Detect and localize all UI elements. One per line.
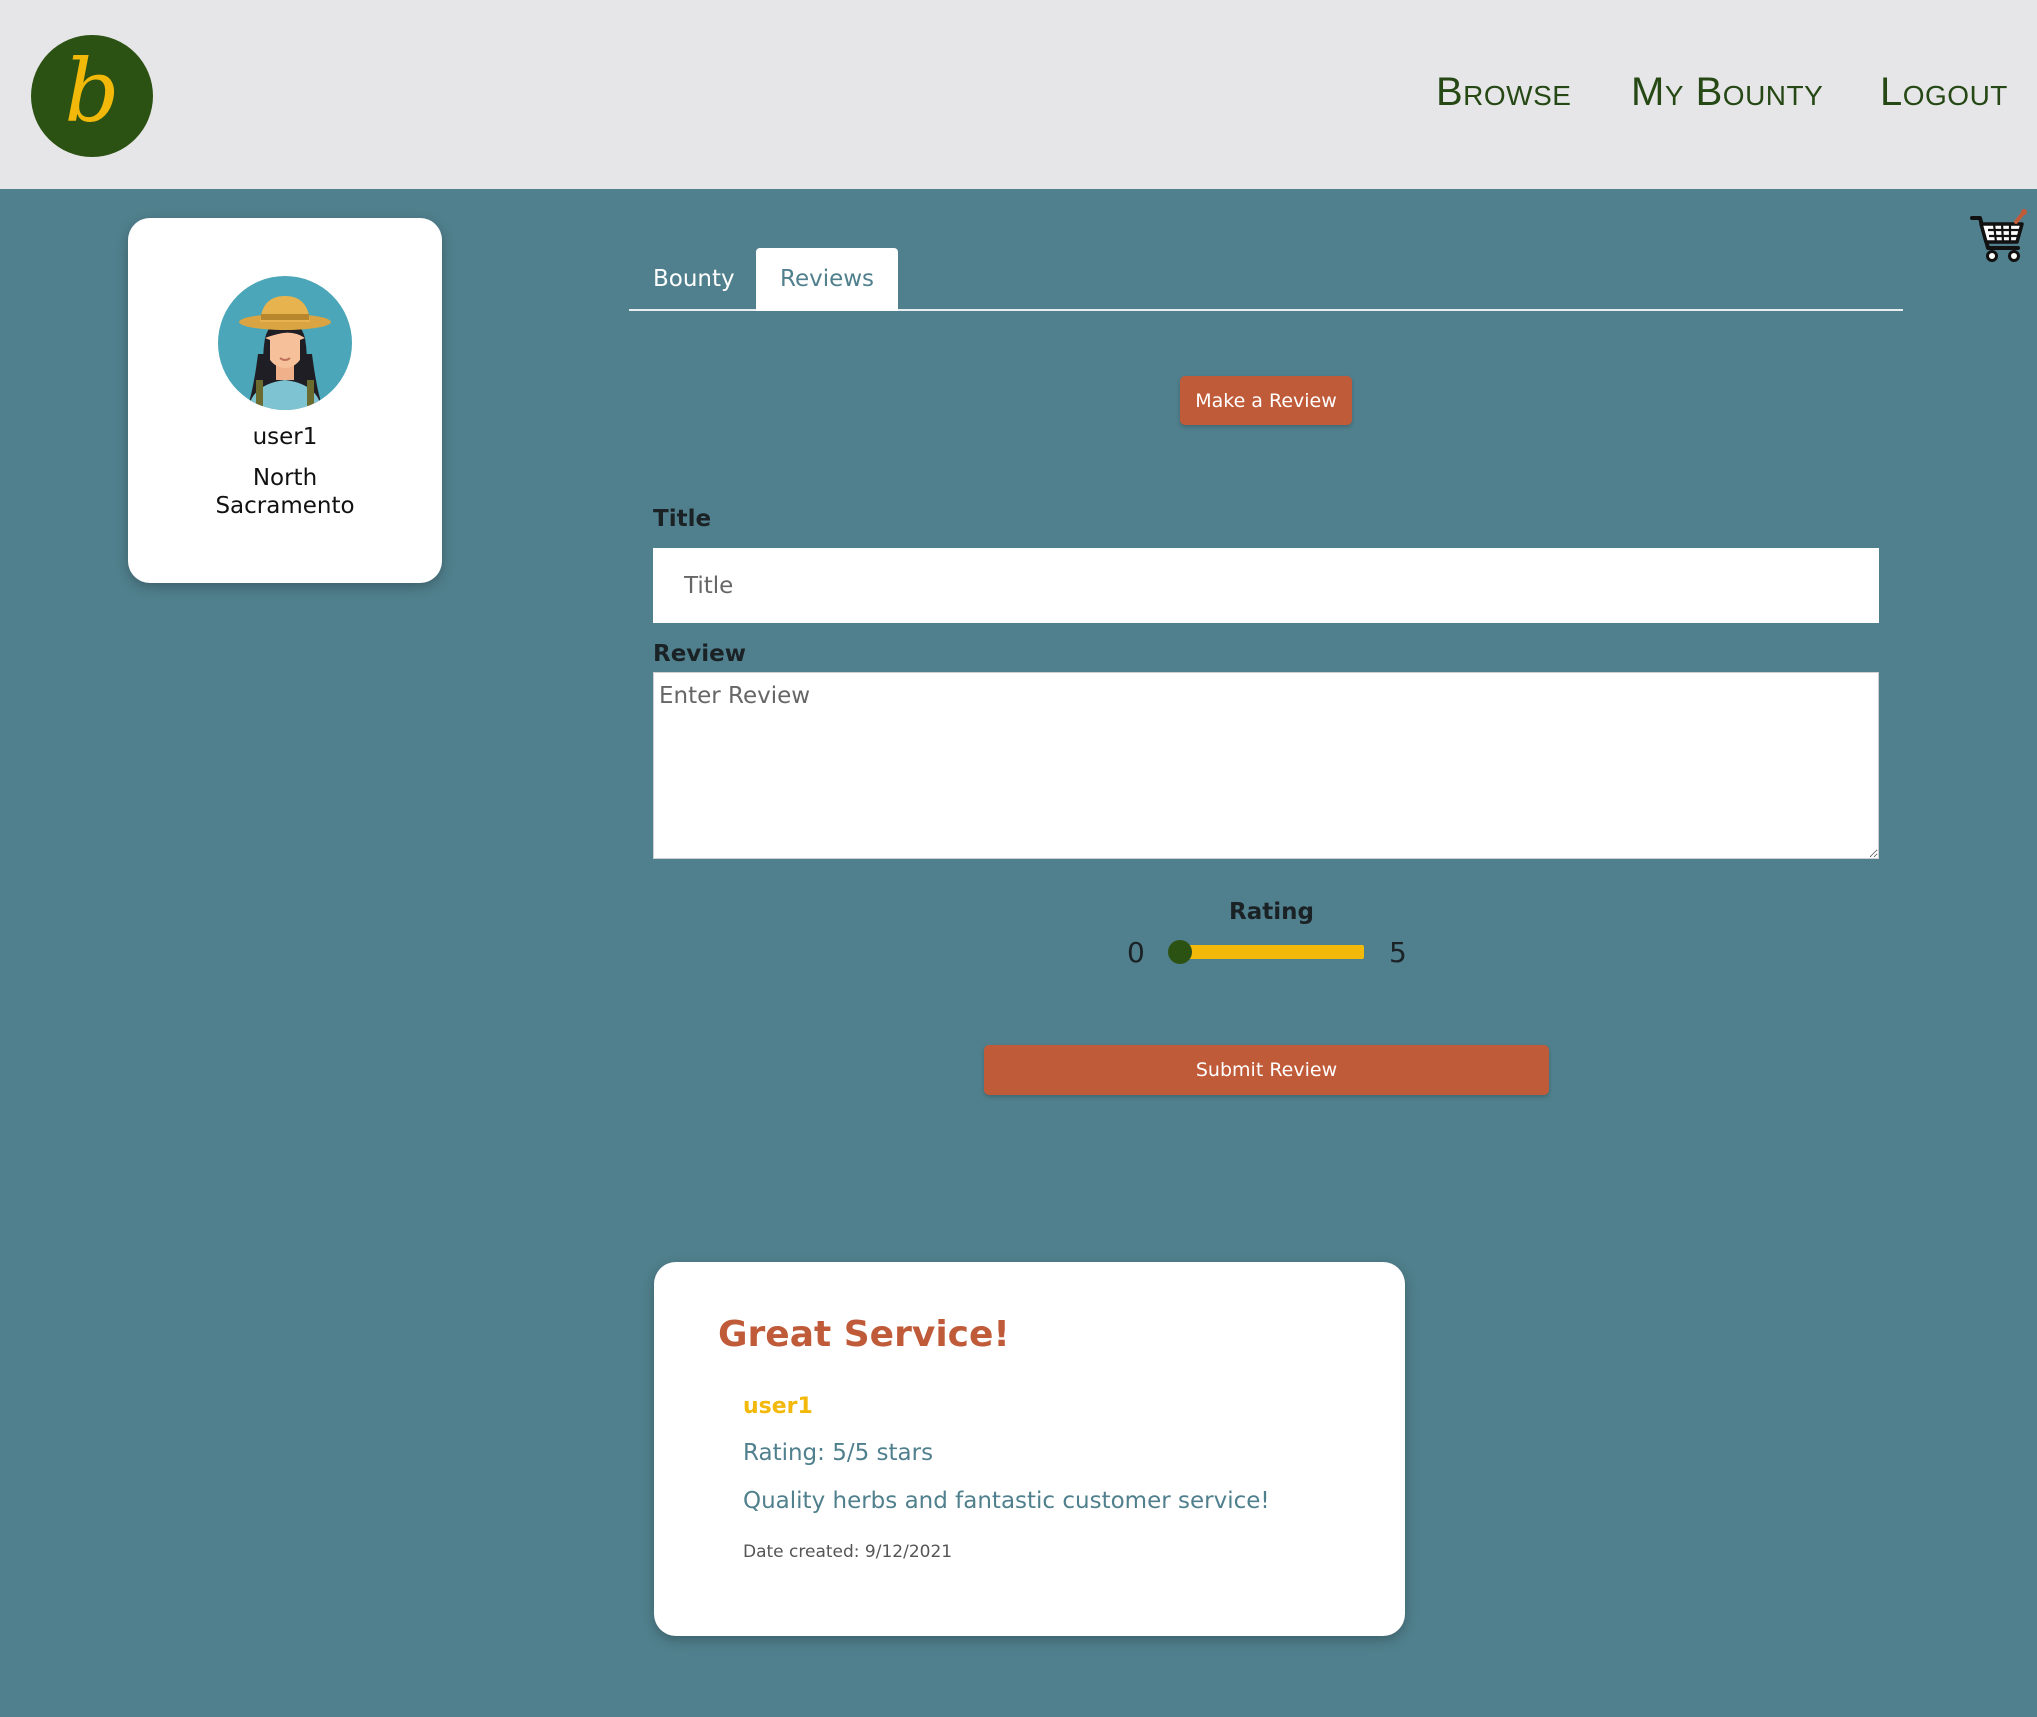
logo[interactable]: b — [31, 35, 153, 157]
shopping-cart-icon[interactable] — [1970, 208, 2028, 264]
review-body: Quality herbs and fantastic customer ser… — [743, 1488, 1270, 1514]
review-title: Great Service! — [718, 1314, 1010, 1355]
rating-slider-track[interactable] — [1180, 945, 1364, 959]
review-textarea[interactable] — [653, 672, 1879, 859]
title-label: Title — [653, 506, 712, 532]
review-author: user1 — [743, 1394, 813, 1419]
review-label: Review — [653, 641, 747, 667]
rating-min-label: 0 — [1127, 936, 1145, 969]
nav-logout-link[interactable]: Logout — [1880, 70, 2008, 115]
review-rating: Rating: 5/5 stars — [743, 1440, 934, 1466]
review-date: Date created: 9/12/2021 — [743, 1542, 953, 1562]
profile-card: user1 North Sacramento — [128, 218, 442, 583]
review-card: Great Service! user1 Rating: 5/5 stars Q… — [654, 1262, 1405, 1636]
tab-reviews[interactable]: Reviews — [756, 248, 899, 311]
farmer-avatar — [218, 276, 352, 410]
logo-letter: b — [64, 42, 120, 142]
rating-max-label: 5 — [1389, 936, 1407, 969]
top-navbar: b Browse My Bounty Logout — [0, 0, 2037, 189]
submit-review-button[interactable]: Submit Review — [984, 1045, 1549, 1095]
make-review-button[interactable]: Make a Review — [1180, 376, 1352, 425]
profile-username: user1 — [252, 424, 318, 450]
rating-slider-thumb[interactable] — [1168, 940, 1192, 964]
profile-location: North Sacramento — [215, 465, 355, 519]
nav-browse-link[interactable]: Browse — [1436, 70, 1571, 115]
rating-label: Rating — [1229, 899, 1314, 925]
nav-my-bounty-link[interactable]: My Bounty — [1631, 70, 1823, 115]
profile-tabs: Bounty Reviews — [629, 248, 1903, 311]
tab-bounty[interactable]: Bounty — [629, 248, 759, 311]
title-input[interactable] — [653, 548, 1879, 623]
